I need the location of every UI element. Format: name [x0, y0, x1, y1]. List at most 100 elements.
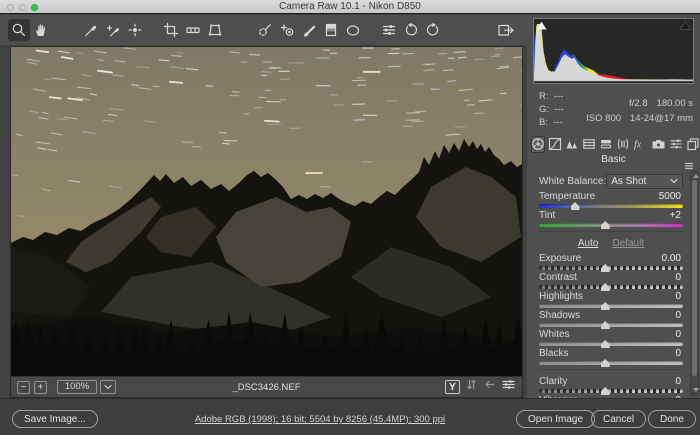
scrollbar-thumb[interactable] [692, 180, 697, 376]
section-divider [539, 231, 683, 238]
histogram-luminance [534, 24, 693, 80]
tab-effects[interactable]: fx [633, 136, 648, 153]
image-canvas[interactable] [11, 47, 522, 376]
hand-tool-icon[interactable] [30, 19, 52, 41]
panel-scrollbar[interactable] [690, 170, 699, 396]
tab-hsl-grayscale[interactable] [582, 136, 596, 153]
shadow-clipping-warning-icon[interactable] [536, 21, 547, 30]
section-divider [539, 369, 683, 376]
histogram[interactable] [533, 18, 694, 84]
slider-row: Contrast 0 [539, 272, 683, 291]
tab-camera-calibration[interactable] [651, 136, 666, 153]
slider-track[interactable] [539, 304, 683, 308]
slider-label: Contrast [539, 272, 577, 283]
window-title: Camera Raw 10.1 - Nikon D850 [0, 1, 700, 12]
rgb-readout: R: --- G: --- B: --- [539, 90, 564, 129]
panel-header: Basic [527, 154, 700, 168]
slider-label: Exposure [539, 253, 581, 264]
default-link[interactable]: Default [612, 238, 644, 249]
slider-value[interactable]: 0 [675, 272, 681, 283]
straighten-tool-icon[interactable] [182, 19, 204, 41]
slider-track[interactable] [539, 223, 683, 227]
slider-track[interactable] [539, 204, 683, 208]
cancel-button[interactable]: Cancel [591, 410, 646, 428]
tab-split-toning[interactable] [599, 136, 613, 153]
basic-controls: White Balance: As Shot Temperature 5000 Ti… [527, 168, 693, 398]
tab-detail[interactable] [565, 136, 579, 153]
slider-value[interactable]: 0 [675, 348, 681, 359]
copy-settings-icon[interactable] [483, 378, 496, 396]
open-image-button[interactable]: Open Image [516, 410, 595, 428]
auto-default-row: Auto Default [539, 238, 683, 253]
spot-removal-tool-icon[interactable] [254, 19, 276, 41]
slider-label: Highlights [539, 291, 583, 302]
white-balance-select[interactable]: As Shot [606, 174, 683, 189]
slider-track[interactable] [539, 342, 683, 346]
slider-row: Exposure 0.00 [539, 253, 683, 272]
tab-lens-corrections[interactable] [616, 136, 630, 153]
slider-value[interactable]: 0 [675, 291, 681, 302]
title-bar[interactable]: Camera Raw 10.1 - Nikon D850 [0, 0, 700, 14]
slider-value[interactable]: +2 [670, 210, 681, 221]
tab-tone-curve[interactable] [548, 136, 562, 153]
color-sampler-tool-icon[interactable] [102, 19, 124, 41]
svg-text:fx: fx [634, 140, 642, 151]
slider-row: Temperature 5000 [539, 191, 683, 210]
preview-status-bar: − + 100% _DSC3426.NEF Y [11, 376, 522, 397]
adjustment-brush-tool-icon[interactable] [298, 19, 320, 41]
highlight-clipping-warning-icon[interactable] [680, 21, 691, 30]
camera-raw-dialog: Camera Raw 10.1 - Nikon D850 [0, 0, 700, 435]
slider-row: Shadows 0 [539, 310, 683, 329]
radial-filter-tool-icon[interactable] [342, 19, 364, 41]
scroll-down-icon[interactable] [693, 388, 699, 392]
rotate-left-icon[interactable] [400, 19, 422, 41]
tab-snapshots[interactable] [686, 136, 700, 153]
slider-label: Shadows [539, 310, 580, 321]
swap-settings-icon[interactable] [465, 378, 478, 396]
crop-tool-icon[interactable] [160, 19, 182, 41]
slider-track[interactable] [539, 389, 683, 393]
preview-preferences-icon[interactable] [501, 378, 516, 396]
transform-tool-icon[interactable] [204, 19, 226, 41]
slider-value[interactable]: 0 [675, 329, 681, 340]
rotate-right-icon[interactable] [422, 19, 444, 41]
slider-value[interactable]: 0 [675, 376, 681, 387]
white-balance-label: White Balance: [539, 176, 606, 187]
tab-presets[interactable] [669, 136, 683, 153]
footer: Save Image... Adobe RGB (1998); 16 bit; … [0, 398, 700, 435]
r-value: --- [554, 90, 564, 103]
slider-label: Clarity [539, 376, 567, 387]
panel-tabs: fx [529, 134, 697, 154]
slider-track[interactable] [539, 361, 683, 365]
aperture-label: f/2.8 [629, 96, 648, 111]
red-eye-removal-tool-icon[interactable] [276, 19, 298, 41]
slider-label: Temperature [539, 191, 595, 202]
auto-link[interactable]: Auto [578, 238, 599, 249]
graduated-filter-tool-icon[interactable] [320, 19, 342, 41]
save-image-button[interactable]: Save Image... [12, 410, 98, 428]
done-button[interactable]: Done [648, 410, 696, 428]
scroll-up-icon[interactable] [693, 174, 699, 178]
tab-basic[interactable] [531, 136, 545, 153]
slider-track[interactable] [539, 266, 683, 270]
workflow-options-link[interactable]: Adobe RGB (1998); 16 bit; 5504 by 8256 (… [170, 414, 470, 425]
slider-track[interactable] [539, 323, 683, 327]
slider-row: Whites 0 [539, 329, 683, 348]
slider-label: Whites [539, 329, 570, 340]
slider-value[interactable]: 5000 [659, 191, 681, 202]
adjustments-panel: R: --- G: --- B: --- f/2.8180.00 s ISO 8… [527, 15, 700, 398]
lens-label: 14-24@17 mm [630, 113, 693, 124]
toggle-fullscreen-icon[interactable] [495, 19, 517, 41]
zoom-tool-icon[interactable] [8, 19, 30, 41]
slider-track[interactable] [539, 285, 683, 289]
slider-value[interactable]: 0 [675, 310, 681, 321]
white-balance-tool-icon[interactable] [80, 19, 102, 41]
exif-readout: f/2.8180.00 s ISO 80014-24@17 mm [586, 96, 693, 126]
preferences-icon[interactable] [378, 19, 400, 41]
slider-row: Tint+2 [539, 210, 683, 229]
image-info: R: --- G: --- B: --- f/2.8180.00 s ISO 8… [535, 89, 695, 133]
preview-pane: − + 100% _DSC3426.NEF Y [10, 46, 523, 398]
slider-value[interactable]: 0.00 [662, 253, 681, 264]
targeted-adjustment-tool-icon[interactable] [124, 19, 146, 41]
cycle-preview-button[interactable]: Y [445, 380, 460, 394]
